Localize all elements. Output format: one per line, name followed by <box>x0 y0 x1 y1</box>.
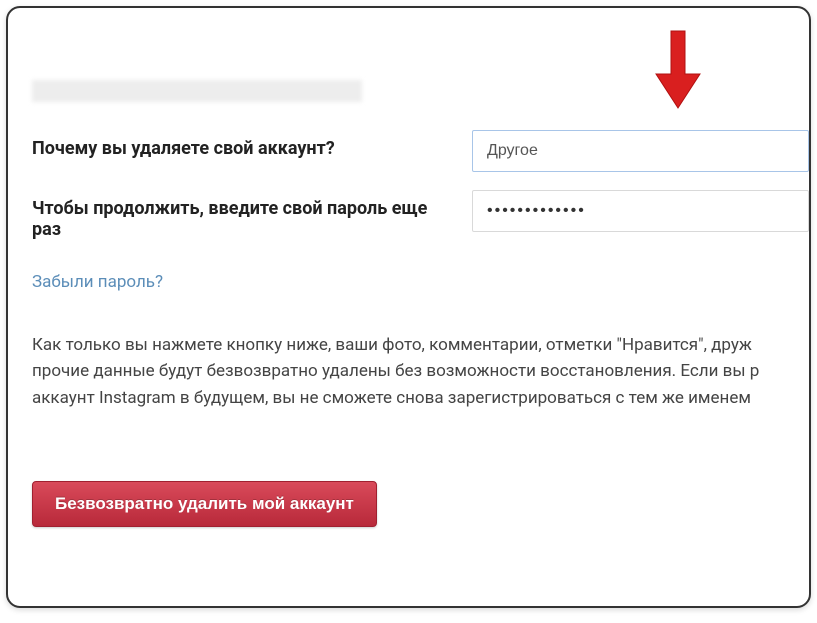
delete-account-button[interactable]: Безвозвратно удалить мой аккаунт <box>32 481 377 527</box>
content-area: Почему вы удаляете свой аккаунт? Чтобы п… <box>8 8 809 551</box>
arrow-down-icon <box>648 26 708 116</box>
password-row: Чтобы продолжить, введите свой пароль ещ… <box>32 190 809 240</box>
forgot-password-link[interactable]: Забыли пароль? <box>32 272 163 292</box>
reason-label: Почему вы удаляете свой аккаунт? <box>32 130 472 159</box>
redacted-placeholder <box>32 80 362 102</box>
password-label: Чтобы продолжить, введите свой пароль ещ… <box>32 190 472 240</box>
warning-text: Как только вы нажмете кнопку ниже, ваши … <box>32 332 809 411</box>
dialog-frame: Почему вы удаляете свой аккаунт? Чтобы п… <box>6 6 811 608</box>
reason-select[interactable] <box>472 130 809 172</box>
password-field[interactable] <box>472 190 809 232</box>
reason-row: Почему вы удаляете свой аккаунт? <box>32 130 809 172</box>
